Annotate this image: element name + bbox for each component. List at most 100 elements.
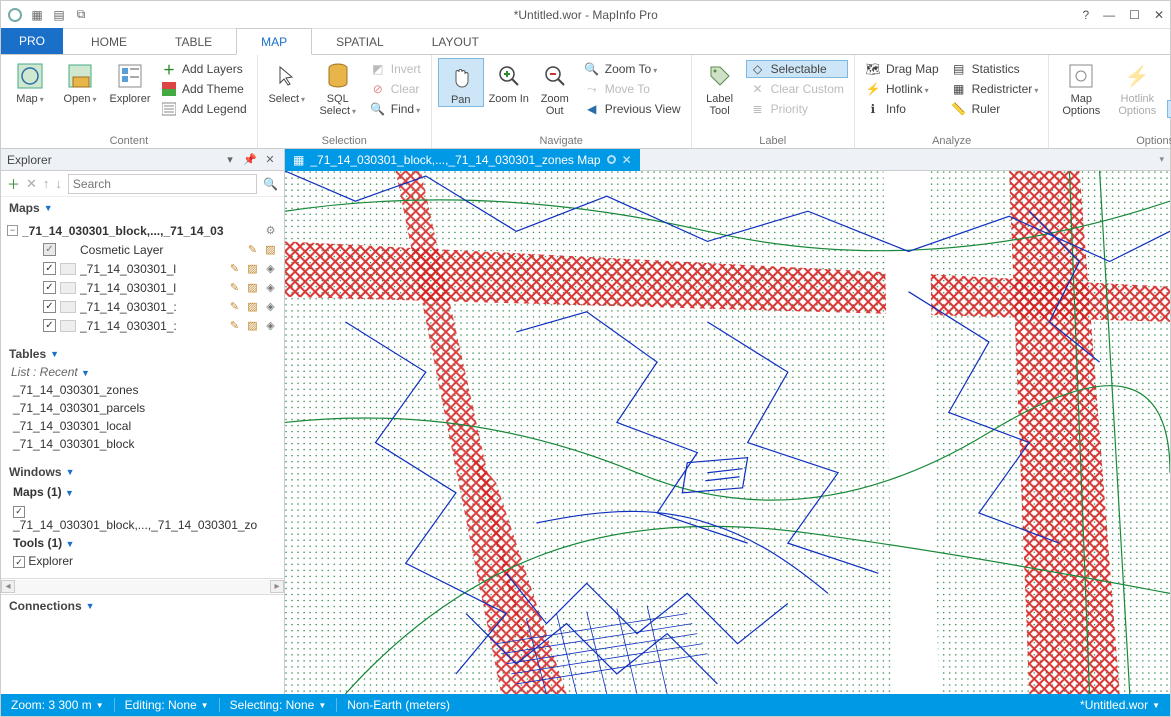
status-selecting[interactable]: Selecting: None▼ xyxy=(220,698,337,712)
selectable-button[interactable]: ◇Selectable xyxy=(746,60,848,78)
open-button[interactable]: Open xyxy=(57,58,103,105)
connections-section-header[interactable]: Connections▼ xyxy=(1,594,284,617)
add-layers-button[interactable]: ＋Add Layers xyxy=(157,60,251,78)
qat-save-icon[interactable]: ▤ xyxy=(51,7,67,23)
add-icon[interactable]: ＋ xyxy=(7,174,20,193)
tools-item[interactable]: ✓ Explorer xyxy=(13,552,272,571)
map-document-tab[interactable]: ▦ _71_14_030301_block,...,_71_14_030301_… xyxy=(285,149,640,171)
scalebar-button[interactable]: ≡Scalebar xyxy=(1167,80,1171,98)
checkbox-icon[interactable] xyxy=(43,300,56,313)
layer-row[interactable]: _71_14_030301_l ✎▨◈ xyxy=(5,259,280,278)
style-icon[interactable]: ▨ xyxy=(245,261,260,276)
layer-row[interactable]: _71_14_030301_: ✎▨◈ xyxy=(5,297,280,316)
map-options-button[interactable]: Map Options xyxy=(1055,58,1107,117)
checkbox-icon[interactable] xyxy=(43,281,56,294)
table-item[interactable]: _71_14_030301_block xyxy=(13,435,272,453)
qat-new-icon[interactable]: ▦ xyxy=(29,7,45,23)
scroll-left-icon[interactable]: ◂ xyxy=(1,580,15,593)
zoom-in-button[interactable]: Zoom In xyxy=(488,58,530,105)
panel-close-icon[interactable]: ✕ xyxy=(262,152,278,168)
pan-button[interactable]: Pan xyxy=(438,58,484,107)
sql-select-button[interactable]: SQL Select xyxy=(314,58,362,117)
panel-dropdown-icon[interactable]: ▾ xyxy=(222,152,238,168)
search-input[interactable] xyxy=(68,174,257,194)
checkbox-icon[interactable] xyxy=(43,262,56,275)
tab-pro[interactable]: PRO xyxy=(1,28,63,54)
add-theme-button[interactable]: Add Theme xyxy=(157,80,251,98)
info-button[interactable]: ℹInfo xyxy=(861,100,943,118)
statistics-button[interactable]: ▤Statistics xyxy=(947,60,1043,78)
tab-layout[interactable]: LAYOUT xyxy=(408,29,503,54)
table-item[interactable]: _71_14_030301_zones xyxy=(13,381,272,399)
layer-cosmetic[interactable]: Cosmetic Layer ✎▨ xyxy=(5,240,280,259)
map-button[interactable]: Map xyxy=(7,58,53,105)
pencil-icon[interactable]: ✎ xyxy=(245,242,260,257)
drag-map-button[interactable]: 🗺Drag Map xyxy=(861,60,943,78)
tab-home[interactable]: HOME xyxy=(67,29,151,54)
ruler-button[interactable]: 📏Ruler xyxy=(947,100,1043,118)
tools-node[interactable]: Tools (1) ▼ xyxy=(13,534,272,552)
scroll-right-icon[interactable]: ▸ xyxy=(270,580,284,593)
explorer-h-scrollbar[interactable]: ◂▸ xyxy=(1,578,284,594)
tables-filter[interactable]: List : Recent ▼ xyxy=(1,365,284,381)
label-icon[interactable]: ◈ xyxy=(263,261,278,276)
maximize-button[interactable]: ☐ xyxy=(1129,8,1140,22)
search-icon[interactable]: 🔍 xyxy=(263,177,278,191)
collapse-icon[interactable]: − xyxy=(7,225,18,236)
previous-view-button[interactable]: ◀Previous View xyxy=(580,100,685,118)
pencil-icon[interactable]: ✎ xyxy=(227,299,242,314)
layer-row[interactable]: _71_14_030301_: ✎▨◈ xyxy=(5,316,280,335)
layer-row[interactable]: _71_14_030301_l ✎▨◈ xyxy=(5,278,280,297)
map-node[interactable]: − _71_14_030301_block,...,_71_14_03 ⚙ xyxy=(5,221,280,240)
tab-close-icon[interactable]: ✕ xyxy=(622,153,632,167)
redraw-button[interactable]: ↻Redraw xyxy=(1167,100,1171,118)
pencil-icon[interactable]: ✎ xyxy=(227,280,242,295)
status-editing[interactable]: Editing: None▼ xyxy=(115,698,219,712)
tab-table[interactable]: TABLE xyxy=(151,29,236,54)
explorer-button[interactable]: Explorer xyxy=(107,58,153,105)
pencil-icon[interactable]: ✎ xyxy=(227,261,242,276)
tab-map[interactable]: MAP xyxy=(236,28,312,55)
tab-overflow-icon[interactable]: ▾ xyxy=(1153,154,1170,165)
add-legend-button[interactable]: Add Legend xyxy=(157,100,251,118)
pencil-icon[interactable]: ✎ xyxy=(227,318,242,333)
windows-section-header[interactable]: Windows▼ xyxy=(1,461,284,483)
remove-icon[interactable]: ✕ xyxy=(26,176,37,192)
tables-section-header[interactable]: Tables▼ xyxy=(1,343,284,365)
hotlink-button[interactable]: ⚡Hotlink xyxy=(861,80,943,98)
find-button[interactable]: 🔍Find xyxy=(366,100,425,118)
style-icon[interactable]: ▨ xyxy=(245,280,260,295)
status-crs[interactable]: Non-Earth (meters) xyxy=(337,698,460,712)
explorer-toolbar: ＋ ✕ ↑ ↓ 🔍 xyxy=(1,171,284,197)
zoom-out-button[interactable]: Zoom Out xyxy=(534,58,576,117)
label-icon[interactable]: ◈ xyxy=(263,318,278,333)
pin-icon[interactable]: 📌 xyxy=(242,152,258,168)
label-tool-button[interactable]: Label Tool xyxy=(698,58,742,117)
maps-section-header[interactable]: Maps▼ xyxy=(1,197,284,219)
table-item[interactable]: _71_14_030301_parcels xyxy=(13,399,272,417)
windows-map-item[interactable]: ✓ _71_14_030301_block,...,_71_14_030301_… xyxy=(13,501,272,534)
down-icon[interactable]: ↓ xyxy=(55,176,62,191)
style-icon[interactable]: ▨ xyxy=(245,299,260,314)
close-button[interactable]: ✕ xyxy=(1154,8,1164,22)
qat-tool-icon[interactable]: ⧉ xyxy=(73,7,89,23)
minimize-button[interactable]: ― xyxy=(1103,8,1115,22)
hotlink-options-button[interactable]: ⚡ Hotlink Options xyxy=(1111,58,1163,117)
windows-maps-node[interactable]: Maps (1) ▼ xyxy=(13,483,272,501)
select-button[interactable]: Select xyxy=(264,58,310,105)
tab-spatial[interactable]: SPATIAL xyxy=(312,29,408,54)
label-icon[interactable]: ◈ xyxy=(263,280,278,295)
style-icon[interactable]: ▨ xyxy=(263,242,278,257)
map-canvas[interactable] xyxy=(285,171,1170,694)
status-zoom[interactable]: Zoom: 3 300 m▼ xyxy=(1,698,114,712)
lock-scale-button[interactable]: 🔒Lock Scale xyxy=(1167,60,1171,78)
label-icon[interactable]: ◈ xyxy=(263,299,278,314)
redistricter-button[interactable]: ▦Redistricter xyxy=(947,80,1043,98)
table-item[interactable]: _71_14_030301_local xyxy=(13,417,272,435)
checkbox-icon[interactable] xyxy=(43,319,56,332)
help-button[interactable]: ? xyxy=(1082,8,1089,22)
style-icon[interactable]: ▨ xyxy=(245,318,260,333)
up-icon[interactable]: ↑ xyxy=(43,176,50,191)
zoom-to-button[interactable]: 🔍Zoom To xyxy=(580,60,685,78)
map-gear-icon[interactable]: ⚙ xyxy=(263,223,278,238)
